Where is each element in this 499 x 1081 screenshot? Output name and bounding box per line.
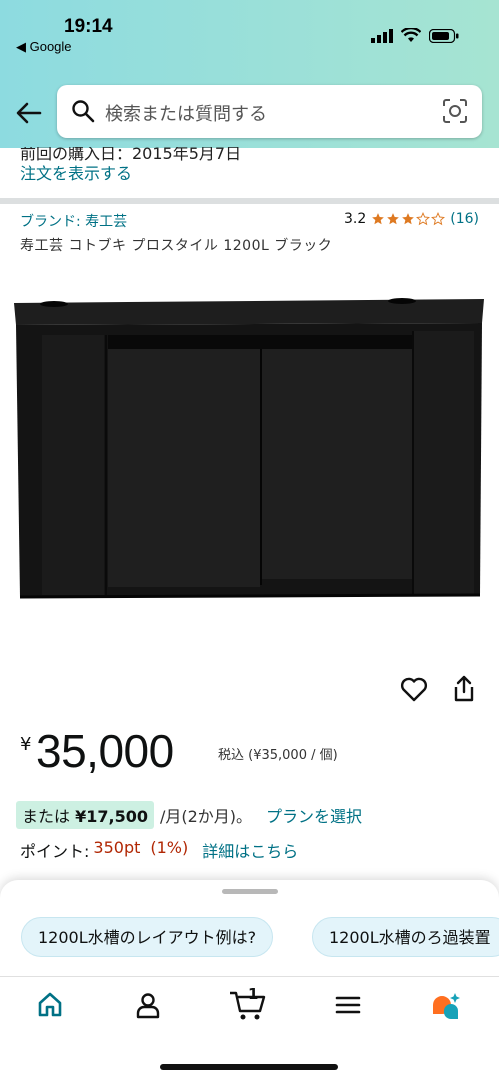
price-currency: ¥ [20,734,32,755]
star-filled-icon [372,213,385,225]
wifi-icon [401,28,421,42]
points-row: ポイント: 350pt (1%) 詳細はこちら [20,838,298,862]
rating-summary[interactable]: 3.2 (16) [344,211,479,227]
suggestion-chip[interactable]: 1200L水槽のレイアウト例は? [21,917,274,957]
search-icon [72,100,95,123]
section-divider [0,198,499,204]
star-filled-icon [387,213,400,225]
installment-badge: または ¥17,500 [16,801,154,829]
home-icon[interactable] [36,991,64,1019]
points-details-link[interactable]: 詳細はこちら [202,838,298,862]
installment-period: /月(2か月)。 [159,807,253,826]
rating-value: 3.2 [343,211,367,227]
suggestion-chip[interactable]: 1200L水槽のろ過装置 [312,917,499,957]
points-percent: (1%) [150,838,189,857]
product-image[interactable] [12,295,487,605]
battery-icon [429,28,459,43]
sheet-drag-handle[interactable] [222,889,278,894]
points-value: 350pt [93,838,141,857]
cart-count: 1 [248,985,259,1003]
cart-button[interactable]: 1 [228,985,268,1023]
app-header: 19:14 ◀ Google 検索または質問する [0,0,499,148]
lens-icon[interactable] [442,98,468,124]
search-placeholder: 検索または質問する [105,104,267,125]
view-order-link[interactable]: 注文を表示する [20,160,132,184]
product-title: 寿工芸 コトブキ プロスタイル 1200L ブラック [20,238,333,254]
points-label: ポイント: [20,842,90,861]
installment-offer: または ¥17,500 /月(2か月)。 プランを選択 [16,801,362,829]
star-filled-icon [402,213,415,225]
suggestion-sheet: 1200L水槽のレイアウト例は? 1200L水槽のろ過装置 [0,880,499,976]
signal-icon [371,28,393,43]
status-time: 19:14 [64,16,113,37]
home-indicator [160,1064,338,1070]
star-empty-icon [416,212,431,226]
rufus-icon[interactable] [430,991,462,1021]
brand-link[interactable]: ブランド: 寿工芸 [20,211,127,231]
back-to-app-link[interactable]: ◀ Google [16,39,72,55]
account-icon[interactable] [134,991,162,1019]
installment-amount: ¥17,500 [75,807,148,826]
heart-icon[interactable] [400,676,428,702]
star-empty-icon [431,212,446,226]
search-input[interactable]: 検索または質問する [57,85,482,138]
menu-icon[interactable] [334,991,362,1019]
price-tax-note: 税込 (¥35,000 / 個) [218,748,338,763]
select-plan-link[interactable]: プランを選択 [266,803,362,827]
price-amount: 35,000 [36,725,174,777]
installment-prefix: または [22,807,71,826]
star-rating [371,212,446,226]
rating-count: (16) [450,211,479,227]
status-icons [371,28,459,43]
share-icon[interactable] [452,675,476,703]
back-arrow-icon[interactable] [12,96,46,130]
